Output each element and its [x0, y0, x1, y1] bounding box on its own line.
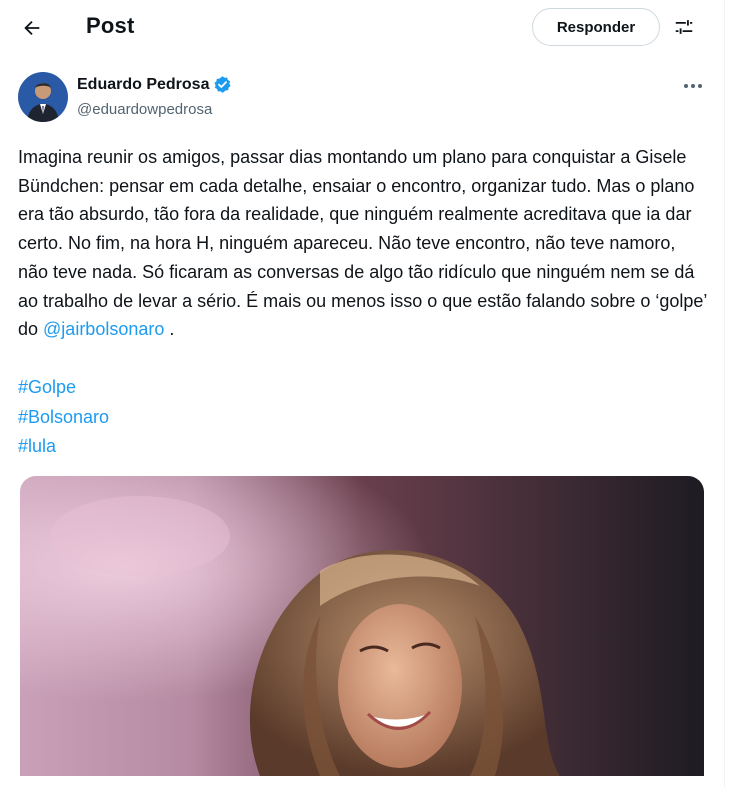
arrow-left-icon [24, 20, 40, 36]
hashtag-link[interactable]: #lula [18, 432, 109, 462]
sliders-icon [675, 20, 693, 34]
hashtag-list: #Golpe #Bolsonaro #lula [18, 373, 109, 462]
more-horizontal-icon [684, 84, 702, 88]
post-body-text: Imagina reunir os amigos, passar dias mo… [18, 147, 707, 340]
post-image[interactable] [20, 476, 704, 776]
photo-woman-smiling [20, 476, 704, 776]
avatar[interactable] [18, 72, 68, 122]
author-handle[interactable]: @eduardowpedrosa [77, 101, 212, 118]
hashtag-link[interactable]: #Golpe [18, 373, 109, 403]
mention-link[interactable]: @jairbolsonaro [43, 319, 164, 339]
post-body-end: . [164, 319, 175, 340]
top-bar: Post Responder [0, 0, 724, 56]
back-button[interactable] [14, 10, 50, 46]
hashtag-link[interactable]: #Bolsonaro [18, 403, 109, 433]
author-name[interactable]: Eduardo Pedrosa [77, 75, 232, 94]
avatar-photo [18, 72, 68, 122]
reply-button[interactable]: Responder [532, 8, 660, 46]
author-name-text: Eduardo Pedrosa [77, 75, 210, 93]
post-text: Imagina reunir os amigos, passar dias mo… [18, 143, 708, 344]
more-options-button[interactable] [678, 76, 708, 96]
post-detail-panel: Post Responder Eduardo Pedrosa @eduardow… [0, 0, 725, 787]
page-title: Post [86, 13, 135, 38]
verified-badge-icon [214, 76, 232, 93]
settings-button[interactable] [670, 12, 698, 42]
